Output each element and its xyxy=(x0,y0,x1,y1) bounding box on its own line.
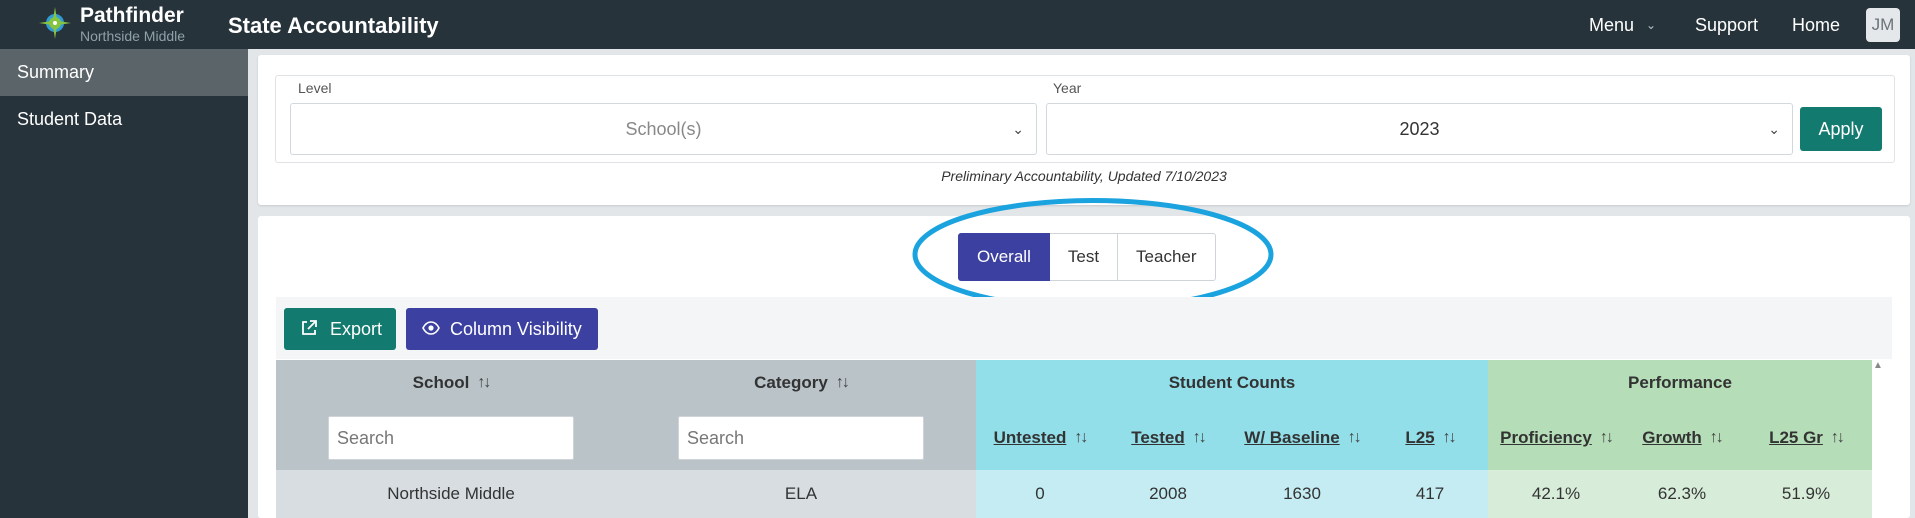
sort-icon: ↑↓ xyxy=(1347,429,1362,446)
column-header-category[interactable]: Category ↑↓ xyxy=(626,360,976,406)
page-title: State Accountability xyxy=(228,13,439,38)
home-link[interactable]: Home xyxy=(1792,15,1840,36)
view-tabs: Overall Test Teacher xyxy=(958,233,1216,281)
sort-icon: ↑↓ xyxy=(1074,429,1088,446)
update-note: Preliminary Accountability, Updated 7/10… xyxy=(941,168,1227,184)
brand-school-name: Northside Middle xyxy=(80,28,186,44)
l25-growth-header-label: L25 Gr xyxy=(1769,428,1823,447)
column-header-school[interactable]: School ↑↓ xyxy=(276,360,626,406)
sidebar-item-student-data[interactable]: Student Data xyxy=(0,96,248,143)
cell-l25: 417 xyxy=(1372,470,1488,518)
sort-icon: ↑↓ xyxy=(835,374,850,391)
category-header-label: Category xyxy=(754,373,828,392)
year-select[interactable]: 2023 ⌄ xyxy=(1046,103,1793,155)
cell-proficiency: 42.1% xyxy=(1488,470,1624,518)
baseline-header-label: W/ Baseline xyxy=(1244,428,1340,447)
column-header-growth[interactable]: Growth ↑↓ xyxy=(1624,406,1740,470)
cell-category: ELA xyxy=(626,470,976,518)
user-avatar[interactable]: JM xyxy=(1866,8,1900,42)
top-navbar: Pathfinder Northside Middle State Accoun… xyxy=(0,0,1915,49)
table-group-header-row: School ↑↓ Category ↑↓ Student Counts Perfo… xyxy=(276,360,1872,406)
sort-icon: ↑↓ xyxy=(1709,429,1724,446)
year-select-value: 2023 xyxy=(1399,119,1440,139)
compass-logo-icon[interactable] xyxy=(38,6,72,40)
external-link-icon xyxy=(302,320,317,335)
tab-test[interactable]: Test xyxy=(1049,233,1119,281)
menu-dropdown[interactable]: Menu ⌄ xyxy=(1589,15,1656,36)
table-column-header-row: Search Search Untested ↑↓ Tested ↑↓ W/ Bas… xyxy=(276,406,1872,470)
tab-overall[interactable]: Overall xyxy=(958,233,1050,281)
column-header-baseline[interactable]: W/ Baseline ↑↓ xyxy=(1232,406,1372,470)
category-filter-cell: Search xyxy=(626,406,976,470)
scroll-up-arrow-icon[interactable]: ▲ xyxy=(1871,360,1885,374)
column-header-proficiency[interactable]: Proficiency ↑↓ xyxy=(1488,406,1624,470)
column-visibility-button[interactable]: Column Visibility xyxy=(406,308,598,350)
category-search-input[interactable]: Search xyxy=(678,416,924,460)
column-header-tested[interactable]: Tested ↑↓ xyxy=(1104,406,1232,470)
support-link[interactable]: Support xyxy=(1695,15,1758,36)
level-label: Level xyxy=(298,80,332,96)
school-search-input[interactable]: Search xyxy=(328,416,574,460)
level-select[interactable]: School(s) ⌄ xyxy=(290,103,1037,155)
tested-header-label: Tested xyxy=(1131,428,1185,447)
group-header-performance: Performance xyxy=(1488,360,1872,406)
cell-growth: 62.3% xyxy=(1624,470,1740,518)
cell-l25-growth: 51.9% xyxy=(1740,470,1872,518)
apply-button[interactable]: Apply xyxy=(1800,107,1882,151)
cell-tested: 2008 xyxy=(1104,470,1232,518)
export-label: Export xyxy=(330,319,383,339)
sort-icon: ↑↓ xyxy=(1192,429,1207,446)
sort-icon: ↑↓ xyxy=(1830,429,1845,446)
sort-icon: ↑↓ xyxy=(1442,429,1457,446)
cell-baseline: 1630 xyxy=(1232,470,1372,518)
table-row[interactable]: Northside Middle ELA 0 2008 1630 417 42.… xyxy=(276,470,1872,518)
group-header-student-counts: Student Counts xyxy=(976,360,1488,406)
school-filter-cell: Search xyxy=(276,406,626,470)
proficiency-header-label: Proficiency xyxy=(1500,428,1592,447)
chevron-down-icon: ⌄ xyxy=(1646,18,1657,32)
sidebar: Summary Student Data xyxy=(0,49,248,518)
column-visibility-label: Column Visibility xyxy=(450,319,582,339)
growth-header-label: Growth xyxy=(1642,428,1702,447)
chevron-down-icon: ⌄ xyxy=(1768,121,1780,137)
menu-label: Menu xyxy=(1589,15,1635,35)
column-header-l25-growth[interactable]: L25 Gr ↑↓ xyxy=(1740,406,1872,470)
brand-name[interactable]: Pathfinder xyxy=(80,4,184,28)
eye-icon xyxy=(422,321,440,335)
sort-icon: ↑↓ xyxy=(1599,429,1614,446)
cell-school: Northside Middle xyxy=(276,470,626,518)
year-label: Year xyxy=(1053,80,1082,96)
level-select-value: School(s) xyxy=(625,119,702,139)
school-header-label: School xyxy=(412,373,470,392)
cell-untested: 0 xyxy=(976,470,1104,518)
sort-icon: ↑↓ xyxy=(477,374,491,391)
column-header-l25[interactable]: L25 ↑↓ xyxy=(1372,406,1488,470)
untested-header-label: Untested xyxy=(993,428,1067,447)
column-header-untested[interactable]: Untested ↑↓ xyxy=(976,406,1104,470)
tab-teacher[interactable]: Teacher xyxy=(1118,233,1216,281)
export-button[interactable]: Export xyxy=(284,308,396,350)
sidebar-item-summary[interactable]: Summary xyxy=(0,49,248,96)
chevron-down-icon: ⌄ xyxy=(1012,121,1024,137)
l25-header-label: L25 xyxy=(1405,428,1435,447)
